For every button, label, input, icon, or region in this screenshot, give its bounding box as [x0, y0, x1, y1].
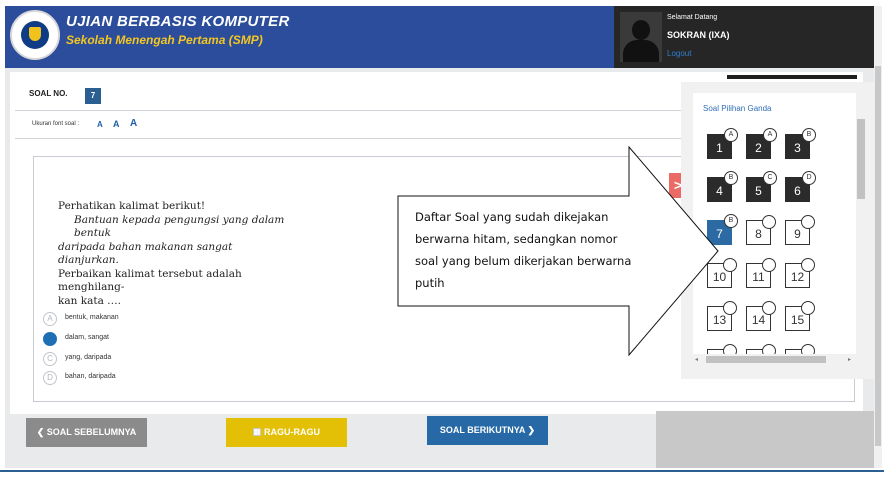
answer-badge — [723, 301, 737, 315]
question-number-text: 14 — [751, 313, 766, 327]
question-number-text: 8 — [755, 227, 762, 241]
font-small-button[interactable]: A — [97, 120, 103, 129]
question-number-button[interactable]: 5C — [746, 171, 777, 202]
question-line: Perhatikan kalimat berikut! — [58, 200, 206, 212]
answer-badge: D — [802, 171, 816, 185]
question-list-title: Soal Pilihan Ganda — [703, 104, 772, 113]
question-text: Perhatikan kalimat berikut! Bantuan kepa… — [58, 200, 293, 308]
panel-top-strip — [727, 75, 857, 79]
question-line: kan kata …. — [58, 294, 121, 307]
answer-badge: B — [724, 171, 738, 185]
answer-badge: C — [763, 171, 777, 185]
question-number-button[interactable]: 8 — [746, 215, 776, 245]
option-label: bahan, daripada — [65, 373, 116, 380]
answer-badge — [723, 258, 737, 272]
callout-text: Daftar Soal yang sudah dikejakan berwarn… — [415, 206, 665, 294]
question-number-label: SOAL NO. — [29, 89, 68, 98]
question-number-badge: 7 — [85, 88, 101, 104]
next-question-button[interactable]: SOAL BERIKUTNYA ❯ — [427, 416, 548, 445]
callout-line: Daftar Soal yang sudah dikejakan — [415, 210, 609, 224]
question-number-button[interactable]: 3B — [785, 128, 816, 159]
question-number-text: 5 — [755, 184, 762, 198]
question-number-button[interactable]: 2A — [746, 128, 777, 159]
question-number-button[interactable]: 9 — [785, 215, 815, 245]
option-radio-selected[interactable]: B — [43, 332, 57, 346]
question-number-text: 9 — [794, 227, 801, 241]
question-number-text: 6 — [794, 184, 801, 198]
callout-line: berwarna hitam, sedangkan nomor — [415, 232, 618, 246]
question-line: Perbaikan kalimat tersebut adalah menghi… — [58, 267, 242, 294]
scrollbar-thumb[interactable] — [857, 119, 865, 199]
bottom-border — [0, 470, 884, 472]
callout-line: putih — [415, 276, 445, 290]
question-number-button[interactable]: 15 — [785, 301, 815, 331]
question-number-button[interactable]: 6D — [785, 171, 816, 202]
option-label: dalam, sangat — [65, 334, 109, 341]
app-title: UJIAN BERBASIS KOMPUTER — [66, 13, 290, 30]
callout-line: soal yang belum dikerjakan berwarna — [415, 254, 632, 268]
doubtful-label: RAGU-RAGU — [264, 427, 320, 437]
header-bar: UJIAN BERBASIS KOMPUTER Sekolah Menengah… — [5, 6, 879, 68]
answer-badge: B — [724, 214, 738, 228]
avatar-icon — [620, 12, 662, 62]
option-label: yang, daripada — [65, 354, 112, 361]
vertical-scrollbar[interactable] — [856, 93, 866, 358]
question-number-text: 15 — [790, 313, 805, 327]
user-panel: Selamat Datang SOKRAN (IXA) Logout — [614, 6, 879, 68]
welcome-text: Selamat Datang — [667, 14, 718, 21]
question-number-text: 3 — [794, 141, 801, 155]
question-number-button[interactable]: 12 — [785, 258, 815, 288]
question-number-text: 2 — [755, 141, 762, 155]
question-line: Bantuan kepada pengungsi yang dalam bent… — [74, 213, 285, 240]
font-large-button[interactable]: A — [130, 118, 137, 129]
answer-badge: A — [724, 128, 738, 142]
font-medium-button[interactable]: A — [113, 119, 120, 129]
option-radio[interactable]: D — [43, 371, 57, 385]
page-scrollbar[interactable] — [874, 6, 882, 468]
font-size-label: Ukuran font soal : — [32, 121, 80, 127]
answer-badge — [801, 258, 815, 272]
answer-badge — [801, 301, 815, 315]
scrollbar-thumb[interactable] — [706, 356, 826, 363]
question-number-button[interactable]: 14 — [746, 301, 776, 331]
answer-badge — [762, 215, 776, 229]
school-logo — [10, 10, 60, 60]
page-scrollbar-thumb[interactable] — [875, 66, 881, 446]
doubtful-button[interactable]: RAGU-RAGU — [226, 418, 347, 447]
app-subtitle: Sekolah Menengah Pertama (SMP) — [66, 33, 263, 47]
answer-badge: A — [763, 128, 777, 142]
option-radio[interactable]: C — [43, 352, 57, 366]
answer-badge — [762, 258, 776, 272]
scroll-left-icon[interactable]: ◂ — [695, 356, 698, 363]
logout-link[interactable]: Logout — [667, 49, 691, 58]
question-number-text: 12 — [790, 270, 805, 284]
answer-badge: B — [802, 128, 816, 142]
option-radio[interactable]: A — [43, 312, 57, 326]
checkbox-icon — [253, 428, 261, 436]
option-label: bentuk, makanan — [65, 314, 119, 321]
question-number-text: 11 — [752, 270, 765, 284]
answer-badge — [801, 215, 815, 229]
answer-badge — [762, 301, 776, 315]
question-number-button[interactable]: 11 — [746, 258, 776, 288]
question-line: daripada bahan makanan sangat dianjurkan… — [58, 240, 233, 267]
username: SOKRAN (IXA) — [667, 30, 730, 40]
scroll-right-icon[interactable]: ▸ — [848, 356, 851, 363]
previous-question-button[interactable]: ❮ SOAL SEBELUMNYA — [26, 418, 147, 447]
footer-gray-block — [656, 411, 879, 468]
